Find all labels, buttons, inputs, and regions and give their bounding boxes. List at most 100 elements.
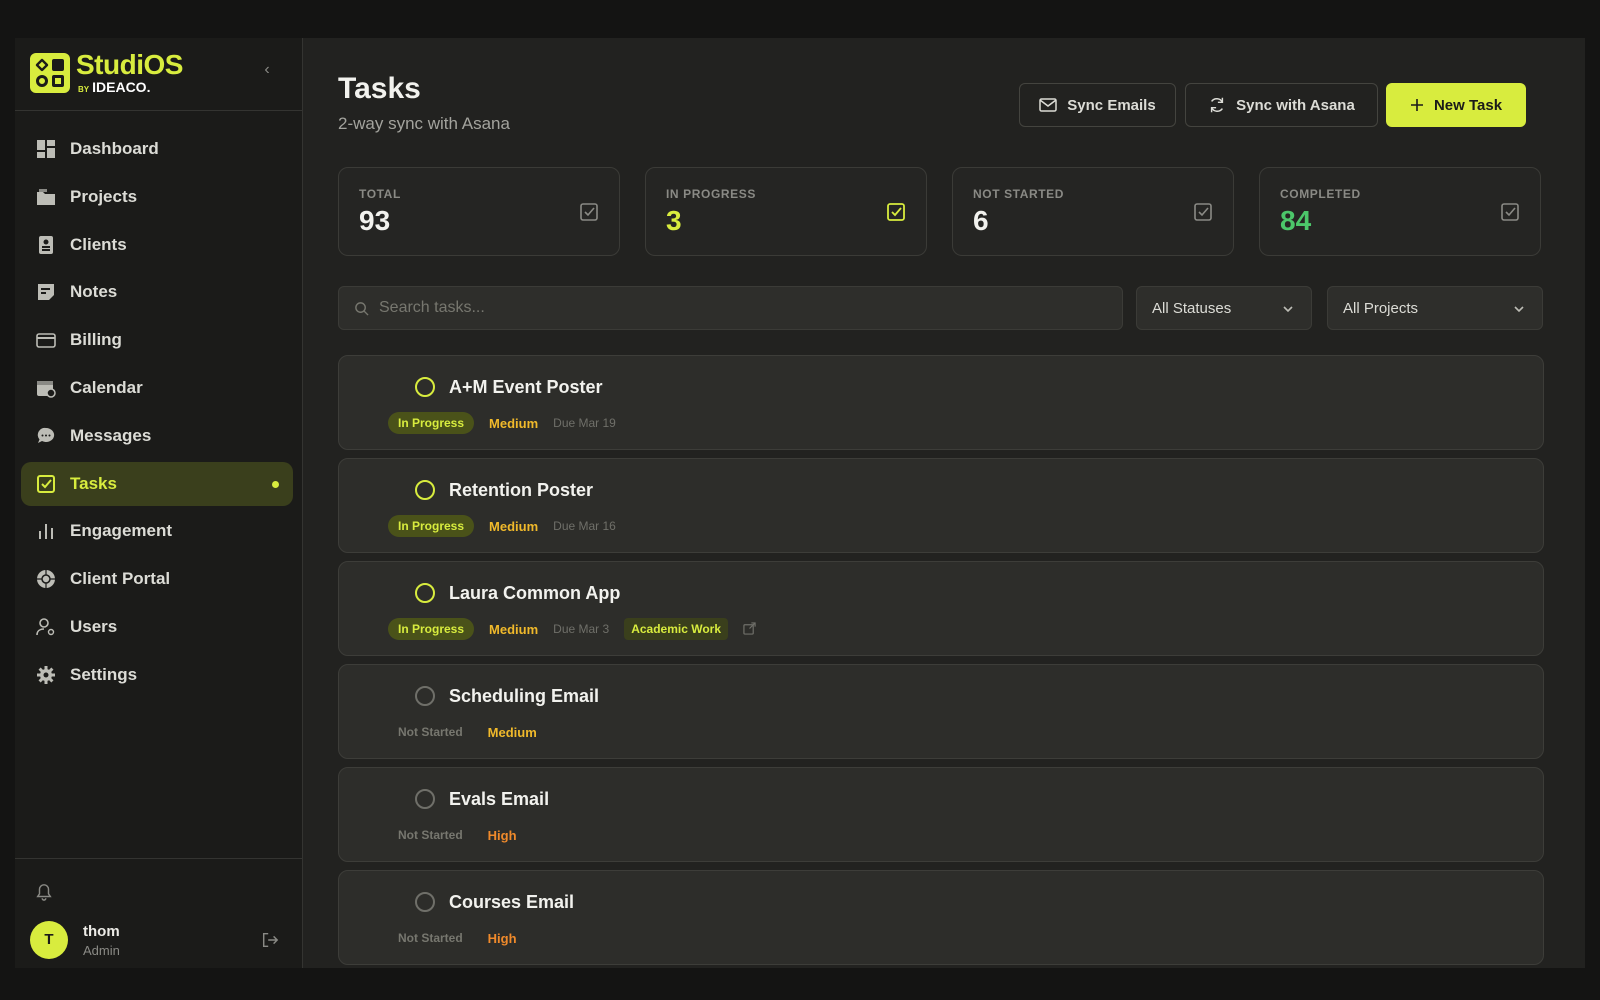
- mail-icon: [1039, 98, 1058, 112]
- priority-label: High: [487, 930, 517, 946]
- task-status-toggle[interactable]: [415, 583, 435, 603]
- stat-card-in-progress: IN PROGRESS 3: [645, 167, 927, 256]
- gear-icon: [35, 664, 57, 686]
- priority-label: Medium: [487, 724, 537, 740]
- external-link-icon[interactable]: [743, 622, 757, 636]
- sync-asana-button[interactable]: Sync with Asana: [1185, 83, 1378, 127]
- task-title: Courses Email: [449, 892, 575, 912]
- task-row[interactable]: Laura Common App In Progress Medium Due …: [338, 561, 1544, 656]
- checkbox-icon: [886, 202, 906, 222]
- main-content: Tasks 2-way sync with Asana Sync Emails …: [304, 38, 1585, 968]
- priority-label: Medium: [489, 621, 539, 637]
- bar-chart-icon: [35, 520, 57, 542]
- task-title: Laura Common App: [449, 583, 621, 603]
- user-name: thom: [83, 923, 120, 940]
- contact-card-icon: [35, 234, 57, 256]
- task-status-toggle[interactable]: [415, 480, 435, 500]
- sidebar-item-label: Dashboard: [70, 139, 159, 158]
- checkbox-icon: [35, 473, 57, 495]
- sidebar-item-label: Client Portal: [70, 569, 171, 589]
- sidebar-item-label: Clients: [70, 234, 127, 254]
- due-date: Due Mar 3: [553, 622, 610, 636]
- plus-icon: [1410, 98, 1424, 112]
- search-box: [338, 286, 1123, 330]
- sidebar-item-label: Billing: [70, 330, 122, 350]
- task-status-toggle[interactable]: [415, 892, 435, 912]
- task-status-toggle[interactable]: [415, 377, 435, 397]
- stat-label: TOTAL: [359, 187, 401, 201]
- sidebar-item-label: Notes: [70, 282, 118, 302]
- task-row[interactable]: A+M Event Poster In Progress Medium Due …: [338, 355, 1544, 450]
- brand-byline: BY IDEACO.: [78, 79, 151, 95]
- sidebar-item-label: Calendar: [70, 377, 143, 397]
- active-indicator: [272, 480, 279, 488]
- dashboard-icon: [35, 138, 57, 160]
- task-meta: Not Started High: [388, 927, 532, 949]
- task-row[interactable]: Scheduling Email Not Started Medium: [338, 664, 1544, 759]
- project-tag[interactable]: Academic Work: [624, 618, 728, 640]
- sidebar-item-settings[interactable]: Settings: [21, 653, 293, 697]
- new-task-button[interactable]: New Task: [1386, 83, 1526, 127]
- task-meta: Not Started Medium: [388, 721, 552, 743]
- sync-emails-button[interactable]: Sync Emails: [1019, 83, 1176, 127]
- status-badge: In Progress: [388, 412, 475, 434]
- sidebar-item-billing[interactable]: Billing: [21, 318, 293, 362]
- sidebar-item-dashboard[interactable]: Dashboard: [21, 127, 293, 171]
- collapse-sidebar-icon[interactable]: ‹: [259, 62, 275, 78]
- sidebar-item-client-portal[interactable]: Client Portal: [21, 557, 293, 601]
- priority-label: Medium: [489, 518, 539, 534]
- stat-value: 93: [359, 205, 391, 236]
- sidebar-item-engagement[interactable]: Engagement: [21, 509, 293, 553]
- sidebar-item-projects[interactable]: Projects: [21, 175, 293, 219]
- stat-value: 84: [1280, 205, 1312, 236]
- task-meta: In Progress Medium Due Mar 16: [388, 515, 631, 537]
- sidebar-item-label: Messages: [70, 425, 152, 445]
- sidebar-item-users[interactable]: Users: [21, 605, 293, 649]
- stat-card-not-started: NOT STARTED 6: [952, 167, 1234, 256]
- brand-name: StudiOS: [76, 49, 183, 80]
- status-badge: In Progress: [388, 515, 475, 537]
- calendar-icon: [35, 377, 57, 399]
- stat-card-completed: COMPLETED 84: [1259, 167, 1541, 256]
- search-icon: [354, 301, 370, 317]
- project-filter-select[interactable]: All Projects: [1327, 286, 1543, 330]
- status-badge: Not Started: [398, 931, 463, 945]
- checkbox-icon: [1193, 202, 1213, 222]
- task-status-toggle[interactable]: [415, 686, 435, 706]
- logout-icon[interactable]: [261, 931, 281, 951]
- app-window: StudiOS BYIDEACO. ‹ Dashboard Projects: [15, 38, 1585, 968]
- task-row[interactable]: Retention Poster In Progress Medium Due …: [338, 458, 1544, 553]
- sidebar-item-tasks[interactable]: Tasks: [21, 461, 293, 506]
- sidebar-item-clients[interactable]: Clients: [21, 223, 293, 267]
- status-badge: Not Started: [398, 725, 463, 739]
- priority-label: High: [487, 827, 517, 843]
- stat-card-total: TOTAL 93: [338, 167, 620, 256]
- stat-label: COMPLETED: [1280, 187, 1361, 201]
- sidebar-item-calendar[interactable]: Calendar: [21, 366, 293, 410]
- logo-icon: [30, 53, 70, 93]
- aperture-icon: [35, 568, 57, 590]
- sidebar-item-messages[interactable]: Messages: [21, 414, 293, 458]
- bell-icon[interactable]: [35, 883, 55, 903]
- search-input[interactable]: [379, 287, 1099, 329]
- user-role: Admin: [83, 943, 120, 958]
- sidebar-item-label: Settings: [70, 664, 138, 684]
- sidebar-item-label: Users: [70, 616, 118, 636]
- sidebar: StudiOS BYIDEACO. ‹ Dashboard Projects: [15, 38, 303, 968]
- status-filter-select[interactable]: All Statuses: [1136, 286, 1312, 330]
- brand-header: StudiOS BY IDEACO. ‹: [15, 38, 302, 111]
- due-date: Due Mar 19: [553, 416, 616, 430]
- sidebar-item-notes[interactable]: Notes: [21, 270, 293, 314]
- task-row[interactable]: Courses Email Not Started High: [338, 870, 1544, 965]
- page-title: Tasks: [338, 72, 421, 105]
- stat-value: 6: [973, 205, 989, 236]
- task-title: Retention Poster: [449, 480, 594, 500]
- chat-bubble-icon: [35, 425, 57, 447]
- task-meta: Not Started High: [388, 824, 532, 846]
- avatar[interactable]: T: [30, 921, 68, 959]
- task-status-toggle[interactable]: [415, 789, 435, 809]
- task-meta: In Progress Medium Due Mar 3 Academic Wo…: [388, 618, 757, 640]
- stat-label: IN PROGRESS: [666, 187, 756, 201]
- task-row[interactable]: Evals Email Not Started High: [338, 767, 1544, 862]
- priority-label: Medium: [489, 415, 539, 431]
